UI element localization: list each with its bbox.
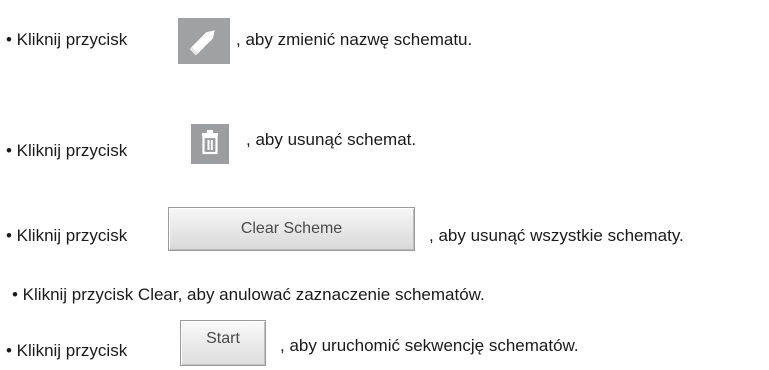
instruction-suffix: , aby usunąć wszystkie schematy. bbox=[429, 226, 684, 245]
trash-icon bbox=[202, 130, 218, 155]
instruction-prefix: • Kliknij przycisk bbox=[6, 226, 128, 245]
instruction-prefix: • Kliknij przycisk bbox=[6, 341, 128, 360]
instruction-prefix: • Kliknij przycisk bbox=[6, 30, 128, 49]
instruction-prefix: • Kliknij przycisk bbox=[6, 141, 128, 160]
instruction-text: • Kliknij przycisk Clear, aby anulować z… bbox=[12, 285, 485, 304]
rename-button[interactable] bbox=[178, 18, 230, 64]
clear-scheme-button[interactable]: Clear Scheme bbox=[168, 207, 415, 251]
instruction-suffix: , aby uruchomić sekwencję schematów. bbox=[280, 336, 579, 355]
pencil-icon bbox=[189, 30, 215, 56]
instruction-suffix: , aby usunąć schemat. bbox=[246, 130, 417, 149]
delete-button[interactable] bbox=[191, 124, 229, 164]
instruction-suffix: , aby zmienić nazwę schematu. bbox=[236, 30, 473, 49]
start-button[interactable]: Start bbox=[180, 320, 266, 366]
